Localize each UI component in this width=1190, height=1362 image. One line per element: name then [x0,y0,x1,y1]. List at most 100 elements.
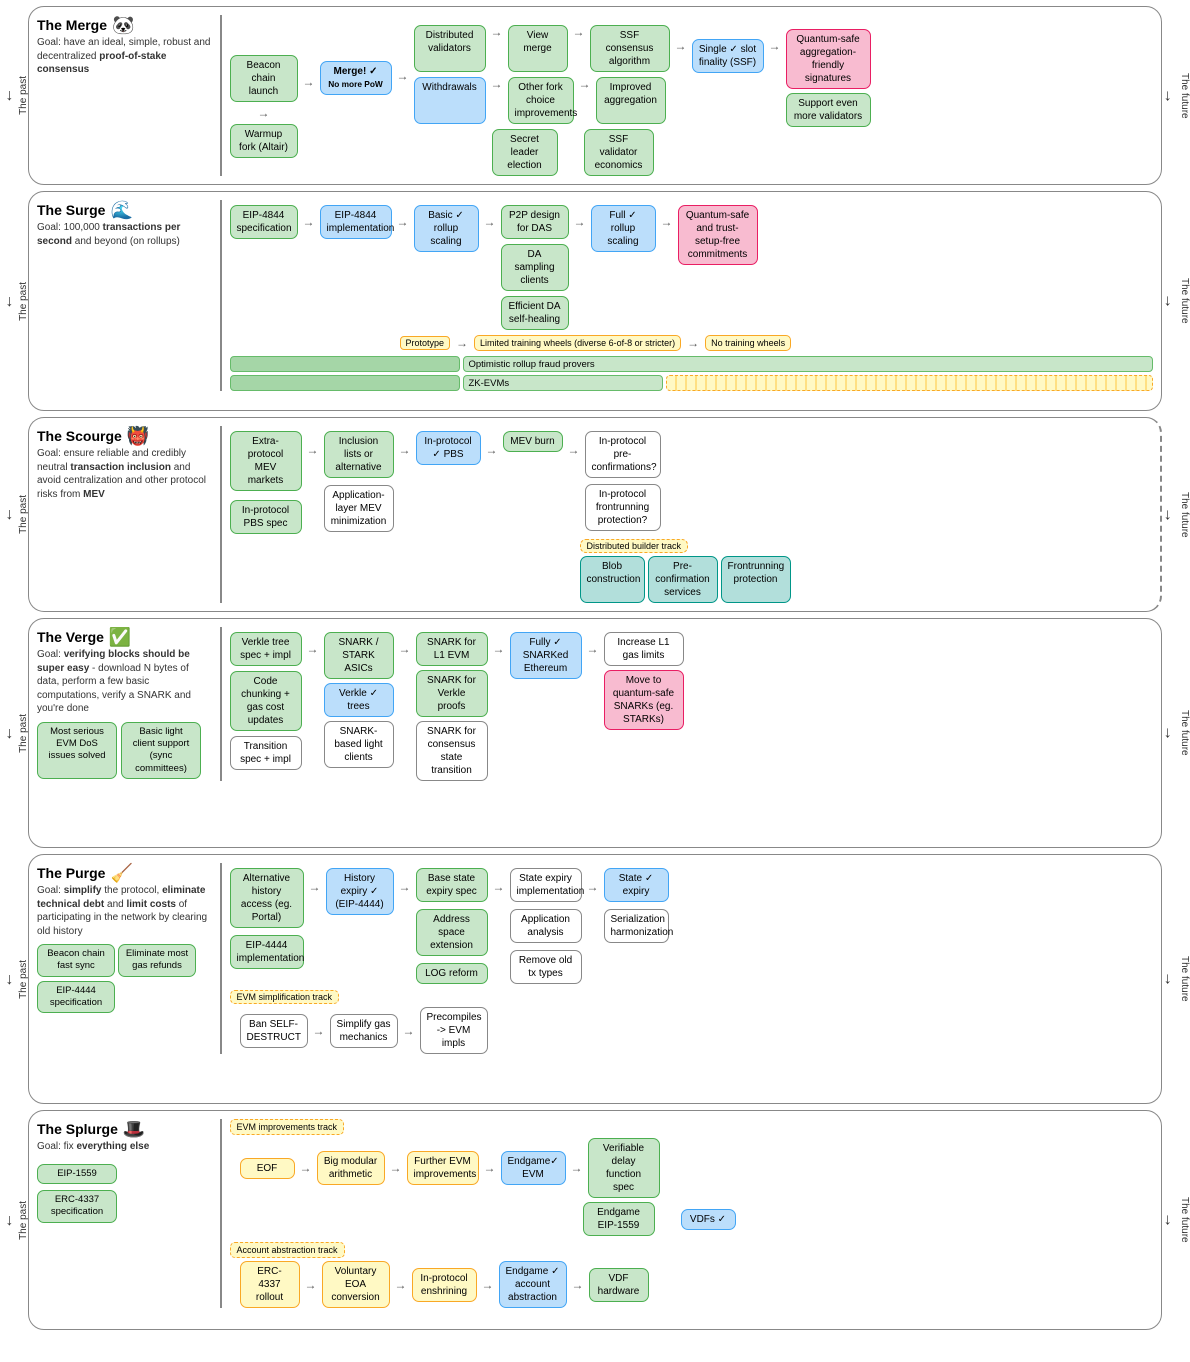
node-erc4337-spec: ERC-4337 specification [37,1190,117,1223]
purge-divider [220,863,222,1054]
node-in-protocol-frontrun: In-protocol frontrunning protection? [585,484,661,531]
node-code-chunking: Code chunking + gas cost updates [230,671,302,731]
node-beacon-fast-sync: Beacon chain fast sync [37,944,115,977]
optimistic-bar-done [230,356,460,372]
node-in-protocol-pbs: In-protocol ✓ PBS [416,431,481,465]
node-snark-verkle-proofs: SNARK for Verkle proofs [416,670,488,717]
node-preconfirmation-services: Pre-confirmation services [648,556,718,603]
node-eip4844-impl: EIP-4844 implementation [320,205,392,239]
node-endgame-evm: Endgame✓ EVM [501,1151,566,1185]
zkevms-bar-future [666,375,1154,391]
splurge-title-block: The Splurge 🎩 Goal: fix everything else … [37,1119,212,1223]
prototype-label: Prototype [400,336,451,350]
purge-card: The Purge 🧹 Goal: simplify the protocol,… [28,854,1162,1104]
scourge-section-wrapper: ← The past The Scourge 👹 Goal: ensure re… [0,417,1190,612]
node-precompiles-evm: Precompiles -> EVM impls [420,1007,488,1054]
merge-title-block: The Merge 🐼 Goal: have an ideal, simple,… [37,15,212,77]
surge-right-label: The future → [1162,278,1190,324]
node-efficient-da: Efficient DA self-healing [501,296,569,330]
node-further-evm: Further EVM improvements [407,1151,479,1185]
node-simplify-gas: Simplify gas mechanics [330,1014,398,1048]
evm-simplification-label: EVM simplification track [230,990,340,1004]
distributed-builder-track: Distributed builder track [580,539,689,553]
node-eip4844-spec: EIP-4844 specification [230,205,298,239]
node-inclusion-lists: Inclusion lists or alternative [324,431,394,478]
roadmap-container: ← The past The Merge 🐼 Goal: have an ide… [0,0,1190,1336]
node-app-analysis: Application analysis [510,909,582,943]
surge-title: The Surge [37,202,105,218]
node-quantum-safe-agg: Quantum-safe aggregation-friendly signat… [786,29,871,89]
node-ban-self-destruct: Ban SELF-DESTRUCT [240,1014,308,1048]
node-basic-rollup: Basic ✓ rollup scaling [414,205,479,252]
node-distributed-validators: Distributed validators [414,25,486,72]
merge-card: The Merge 🐼 Goal: have an ideal, simple,… [28,6,1162,185]
purge-right-label: The future → [1162,956,1190,1002]
merge-section-wrapper: ← The past The Merge 🐼 Goal: have an ide… [0,6,1190,185]
node-beacon-chain: Beacon chain launch [230,55,298,102]
splurge-divider [220,1119,222,1308]
node-quantum-safe-snarks: Move to quantum-safe SNARKs (eg. STARKs) [604,670,684,730]
node-increase-l1-gas: Increase L1 gas limits [604,632,684,666]
purge-left-label: ← The past [0,960,28,999]
account-abstraction-label: Account abstraction track [230,1242,345,1258]
node-warmup-fork: Warmup fork (Altair) [230,124,298,158]
node-merge: Merge! ✓No more PoW [320,61,392,95]
verge-divider [220,627,222,781]
node-most-serious-evm-dos: Most serious EVM DoS issues solved [37,722,117,779]
node-improved-aggregation: Improved aggregation [596,77,666,124]
node-log-reform: LOG reform [416,963,488,984]
node-in-protocol-preconf: In-protocol pre-confirmations? [585,431,661,478]
node-history-expiry: History expiry ✓ (EIP-4444) [326,868,394,915]
splurge-right-label: The future → [1162,1197,1190,1243]
node-snark-light-clients: SNARK-based light clients [324,721,394,768]
surge-goal: Goal: 100,000 transactions per second an… [37,221,212,248]
merge-divider [220,15,222,176]
node-eliminate-gas-refunds: Eliminate most gas refunds [118,944,196,977]
merge-emoji: 🐼 [112,15,134,36]
node-quantum-safe-commit: Quantum-safe and trust-setup-free commit… [678,205,758,265]
node-big-modular-arith: Big modular arithmetic [317,1151,385,1185]
node-secret-leader: Secret leader election [492,129,558,176]
purge-goal: Goal: simplify the protocol, eliminate t… [37,884,212,938]
node-base-state-expiry: Base state expiry spec [416,868,488,902]
node-state-expiry-final: State ✓ expiry [604,868,669,902]
no-training-wheels: No training wheels [705,335,791,351]
scourge-card: The Scourge 👹 Goal: ensure reliable and … [28,417,1162,612]
splurge-flow: EVM improvements track EOF → Big modular… [230,1119,1154,1308]
optimistic-rollup-bar: Optimistic rollup fraud provers [463,356,1154,372]
scourge-flow: Extra-protocol MEV markets In-protocol P… [230,426,1153,603]
node-serialization-harm: Serialization harmonization [604,909,669,943]
merge-flow: Beacon chain launch → Warmup fork (Altai… [230,15,1154,176]
node-vdf-hardware: VDF hardware [589,1268,649,1302]
surge-card: The Surge 🌊 Goal: 100,000 transactions p… [28,191,1162,411]
node-support-validators: Support even more validators [786,93,871,127]
verge-section-wrapper: ← The past The Verge ✅ Goal: verifying b… [0,618,1190,848]
node-basic-light-client: Basic light client support (sync committ… [121,722,201,779]
splurge-section-wrapper: ← The past The Splurge 🎩 Goal: fix every… [0,1110,1190,1330]
node-da-sampling: DA sampling clients [501,244,569,291]
splurge-emoji: 🎩 [123,1119,145,1140]
node-verkle-trees: Verkle ✓ trees [324,683,394,717]
verge-left-label: ← The past [0,714,28,753]
purge-title: The Purge [37,865,105,881]
scourge-title: The Scourge [37,428,122,444]
node-blob-construction: Blob construction [580,556,645,603]
verge-goal: Goal: verifying blocks should be super e… [37,648,212,716]
merge-right-label: The future → [1162,73,1190,119]
node-state-expiry-impl: State expiry implementation [510,868,582,902]
surge-emoji: 🌊 [110,200,132,221]
scourge-right-label: The future → [1162,492,1190,538]
verge-flow: Verkle tree spec + impl Code chunking + … [230,627,1154,781]
node-extra-protocol-mev: Extra-protocol MEV markets [230,431,302,491]
node-app-layer-mev: Application-layer MEV minimization [324,485,394,532]
merge-left-label: ← The past [0,76,28,115]
node-frontrunning-protection: Frontrunning protection [721,556,791,603]
node-p2p-das: P2P design for DAS [501,205,569,239]
node-ssf-consensus: SSF consensus algorithm [590,25,670,72]
node-eip4444-impl: EIP-4444 implementation [230,935,304,969]
surge-left-label: ← The past [0,282,28,321]
verge-title: The Verge [37,629,104,645]
scourge-goal: Goal: ensure reliable and credibly neutr… [37,447,212,501]
node-in-protocol-pbs-spec: In-protocol PBS spec [230,500,302,534]
splurge-title: The Splurge [37,1121,118,1137]
